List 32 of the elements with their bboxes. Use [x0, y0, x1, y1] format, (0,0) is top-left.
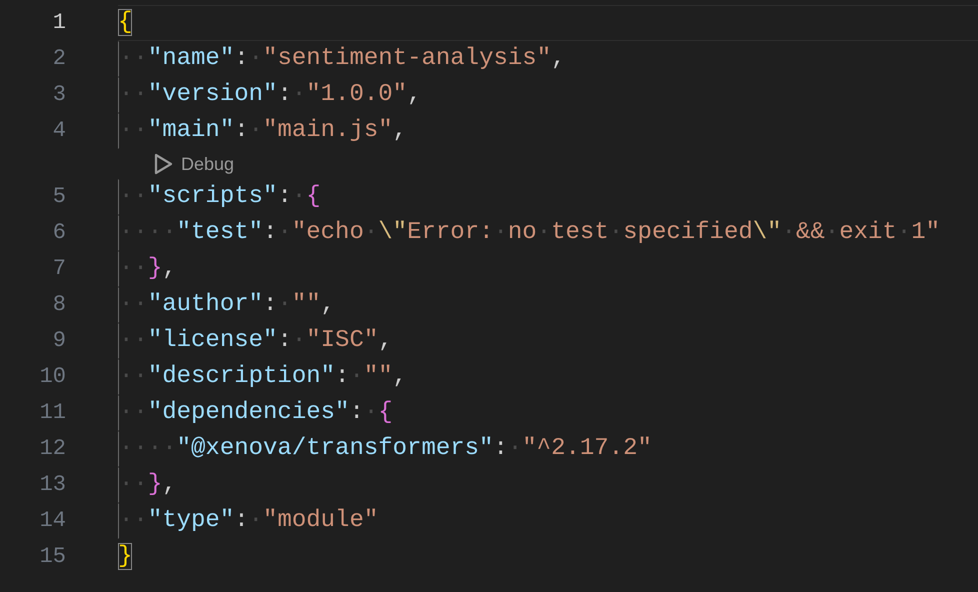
- line-number: 2: [52, 45, 66, 73]
- code-line: ··"main":·"main.js",: [118, 113, 978, 149]
- code-line: ··"dependencies":·{: [118, 395, 978, 431]
- code-line: ··"scripts":·{: [118, 179, 978, 215]
- code-line: }: [118, 542, 134, 572]
- line-number: 4: [52, 117, 66, 145]
- play-icon: [153, 153, 173, 175]
- line-number: 11: [38, 399, 66, 427]
- line-number: 10: [38, 363, 66, 391]
- line-number: 14: [38, 507, 66, 535]
- line-number: 6: [52, 219, 66, 247]
- code-line: ··"author":·"",: [118, 287, 978, 323]
- code-line: {: [118, 5, 978, 41]
- line-number: 15: [38, 543, 66, 571]
- code-line: ··"description":·"",: [118, 359, 978, 395]
- line-number: 13: [38, 471, 66, 499]
- line-number: 1: [52, 9, 66, 37]
- code-line: ····"@xenova/transformers":·"^2.17.2": [118, 431, 978, 467]
- line-number: 12: [38, 435, 66, 463]
- code-line: ··},: [118, 467, 978, 503]
- line-number: 7: [52, 255, 66, 283]
- code-line: ··},: [118, 251, 978, 287]
- debug-codelens[interactable]: Debug: [153, 150, 234, 178]
- code-line: ··"version":·"1.0.0",: [118, 77, 978, 113]
- code-line: ··"name":·"sentiment-analysis",: [118, 41, 978, 77]
- code-line: ··"type":·"module": [118, 503, 978, 539]
- line-number: 5: [52, 183, 66, 211]
- line-number: 3: [52, 81, 66, 109]
- code-line: ··"license":·"ISC",: [118, 323, 978, 359]
- code-line: ····"test":·"echo·\"Error:·no·test·specified\"·&&·exit·1": [118, 215, 978, 251]
- line-number: 9: [52, 327, 66, 355]
- line-number: 8: [52, 291, 66, 319]
